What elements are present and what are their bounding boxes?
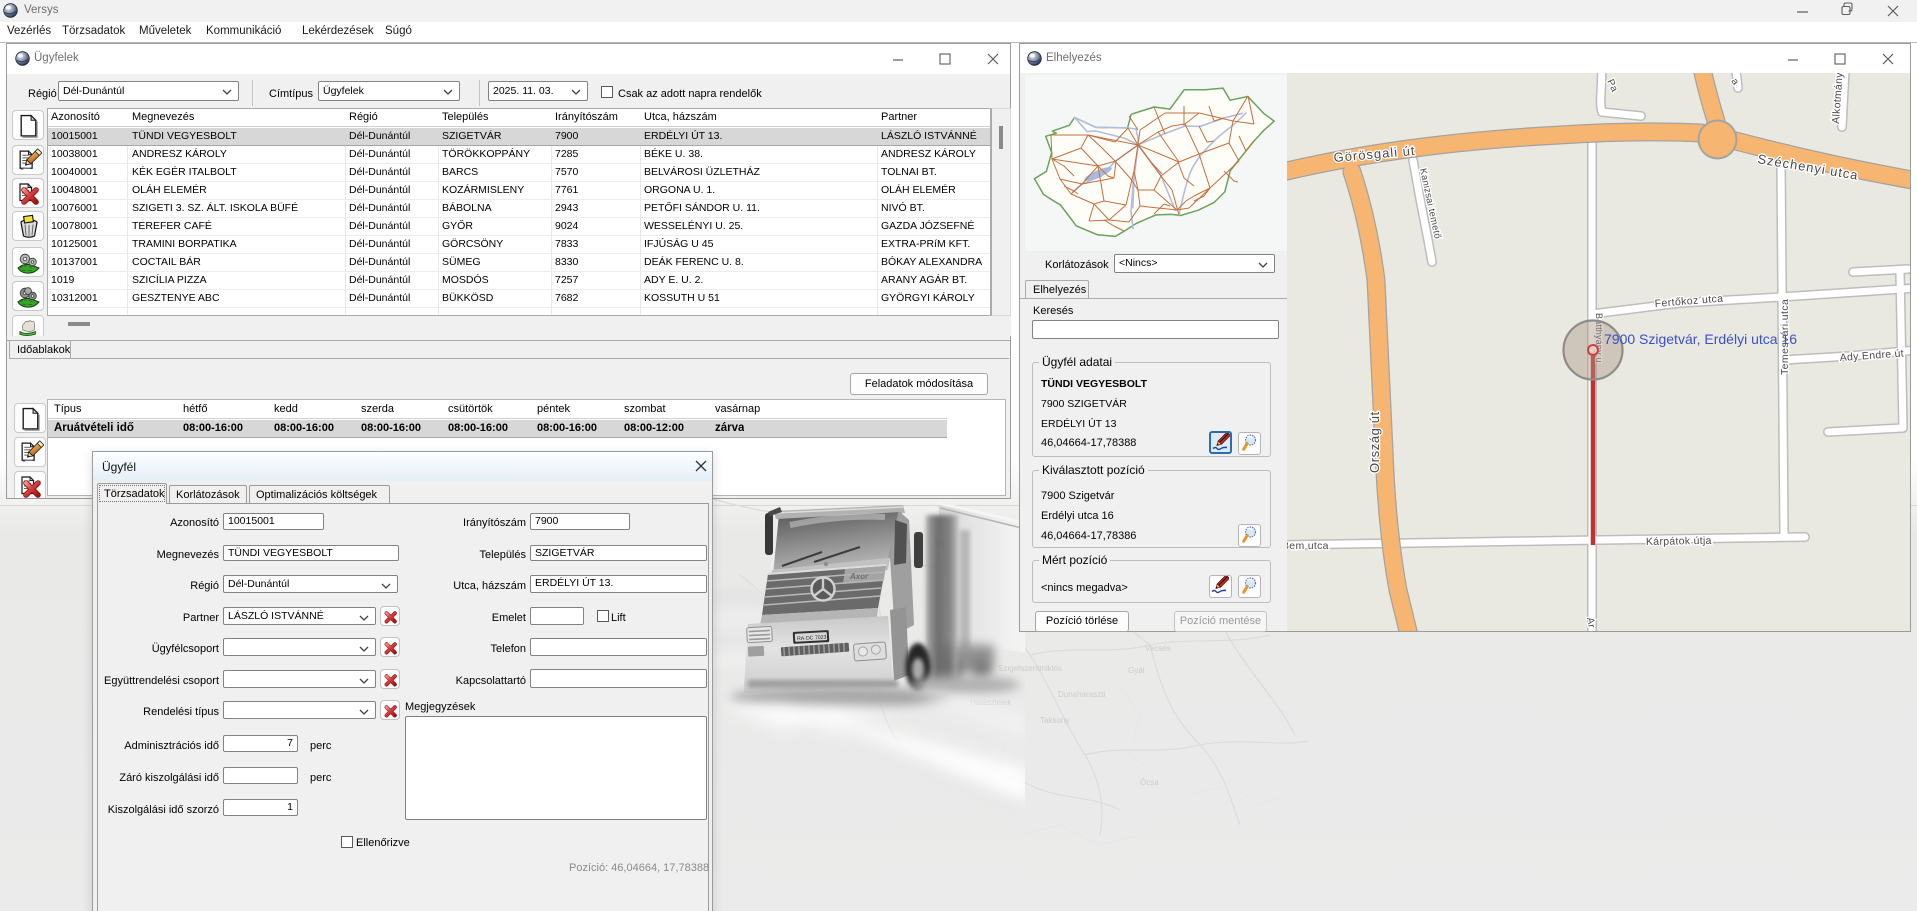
svg-text:Gyál: Gyál: [1128, 666, 1145, 675]
svg-text:Ország út: Ország út: [1367, 411, 1382, 473]
svg-text:Taksony: Taksony: [1040, 716, 1069, 725]
svg-text:Vecsés: Vecsés: [1145, 644, 1171, 653]
svg-text:7900 Szigetvár, Erdélyi utca 1: 7900 Szigetvár, Erdélyi utca 16: [1604, 331, 1797, 347]
svg-text:Kárpátok útja: Kárpátok útja: [1646, 535, 1712, 548]
svg-text:Dunaharaszti: Dunaharaszti: [1058, 690, 1105, 699]
svg-text:Ady Endre út: Ady Endre út: [1839, 348, 1904, 364]
svg-text:Axor: Axor: [849, 572, 869, 581]
svg-text:Ócsa: Ócsa: [1140, 778, 1159, 787]
svg-text:Bem utca: Bem utca: [1287, 540, 1329, 552]
svg-text:Pa: Pa: [1604, 78, 1619, 94]
